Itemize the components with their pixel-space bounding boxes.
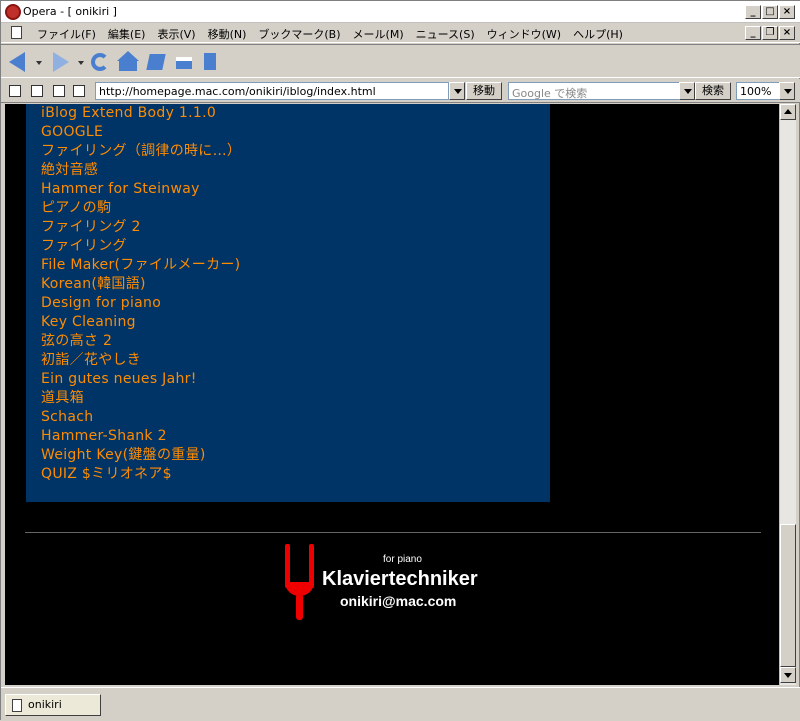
mdi-close-button[interactable]: × <box>779 26 795 40</box>
list-item[interactable]: 初詣／花やしき <box>41 351 550 370</box>
menu-item[interactable]: ニュース(S) <box>410 26 481 42</box>
list-item[interactable]: 弦の高さ 2 <box>41 332 550 351</box>
list-item[interactable]: Korean(韓国語) <box>41 275 550 294</box>
close-button[interactable]: × <box>779 5 795 19</box>
page-content: iBlog Extend Body 1.1.0 GOOGLE ファイリング（調律の時… <box>5 104 779 685</box>
list-item[interactable]: 絶対音感 <box>41 161 550 180</box>
mdi-restore-button[interactable]: ❐ <box>762 26 778 40</box>
list-item[interactable]: Ein gutes neues Jahr! <box>41 370 550 389</box>
browser-window: Opera - [ onikiri ] _ □ × ファイル(F) 編集(E) 表示… <box>0 0 800 721</box>
email-link[interactable]: onikiri@mac.com <box>340 593 456 609</box>
bookmarks-icon <box>146 54 166 70</box>
print-small-icon[interactable] <box>73 85 85 97</box>
document-icon <box>11 26 22 39</box>
list-item[interactable]: ファイリング <box>41 237 550 256</box>
menu-list: ファイル(F) 編集(E) 表示(V) 移動(N) ブックマーク(B) メール(M) ニュー… <box>31 26 629 42</box>
opera-logo-icon <box>5 4 21 20</box>
camera-icon[interactable] <box>31 85 43 97</box>
search-button[interactable]: 検索 <box>695 82 731 100</box>
back-history-icon[interactable] <box>36 61 42 65</box>
brand-name: Klaviertechniker <box>322 568 478 590</box>
menu-item[interactable]: ファイル(F) <box>31 26 102 42</box>
list-item[interactable]: ファイリング（調律の時に…） <box>41 142 550 161</box>
home-button[interactable] <box>117 51 139 73</box>
list-item[interactable]: Hammer-Shank 2 <box>41 427 550 446</box>
page-tab[interactable]: onikiri <box>5 694 101 716</box>
address-toolbar: http://homepage.mac.com/onikiri/iblog/in… <box>1 79 800 103</box>
scroll-up-icon[interactable] <box>780 104 796 120</box>
home-icon-body <box>119 60 137 71</box>
vertical-scrollbar[interactable] <box>779 104 796 685</box>
list-item[interactable]: ファイリング 2 <box>41 218 550 237</box>
page-icon <box>204 53 216 70</box>
list-item[interactable]: Key Cleaning <box>41 313 550 332</box>
list-item[interactable]: Hammer for Steinway <box>41 180 550 199</box>
window-title: Opera - [ onikiri ] <box>23 5 117 18</box>
link-panel: iBlog Extend Body 1.1.0 GOOGLE ファイリング（調律の時… <box>26 104 550 502</box>
status-bar: onikiri <box>1 687 800 721</box>
go-button[interactable]: 移動 <box>466 82 502 100</box>
list-item[interactable]: Schach <box>41 408 550 427</box>
menu-item[interactable]: 編集(E) <box>102 26 152 42</box>
list-item[interactable]: QUIZ $ミリオネア$ <box>41 465 550 484</box>
list-item[interactable]: iBlog Extend Body 1.1.0 <box>41 104 550 123</box>
tuning-fork-stem <box>296 594 303 620</box>
menu-item[interactable]: 表示(V) <box>151 26 201 42</box>
maximize-button[interactable]: □ <box>762 5 778 19</box>
scroll-down-icon[interactable] <box>780 667 796 683</box>
menu-item[interactable]: メール(M) <box>347 26 410 42</box>
forward-icon <box>53 52 69 72</box>
menu-bar: ファイル(F) 編集(E) 表示(V) 移動(N) ブックマーク(B) メール(M) ニュー… <box>1 23 800 43</box>
menu-item[interactable]: ブックマーク(B) <box>252 26 346 42</box>
link-list: iBlog Extend Body 1.1.0 GOOGLE ファイリング（調律の時… <box>26 104 550 484</box>
reload-icon <box>91 53 109 71</box>
list-item[interactable]: GOOGLE <box>41 123 550 142</box>
list-item[interactable]: 道具箱 <box>41 389 550 408</box>
minimize-button[interactable]: _ <box>745 5 761 19</box>
new-page-icon[interactable] <box>53 85 65 97</box>
address-dropdown-icon[interactable] <box>449 82 465 100</box>
page-icon <box>12 699 22 712</box>
address-input[interactable]: http://homepage.mac.com/onikiri/iblog/in… <box>95 82 449 100</box>
back-button[interactable] <box>7 51 29 73</box>
list-item[interactable]: ピアノの駒 <box>41 199 550 218</box>
reload-button[interactable] <box>89 51 111 73</box>
print-icon <box>176 57 192 69</box>
title-bar: Opera - [ onikiri ] _ □ × <box>1 1 800 23</box>
list-item[interactable]: Weight Key(鍵盤の重量) <box>41 446 550 465</box>
page-button[interactable] <box>199 51 221 73</box>
menu-item[interactable]: 移動(N) <box>202 26 253 42</box>
mdi-minimize-button[interactable]: _ <box>745 26 761 40</box>
list-item[interactable]: Design for piano <box>41 294 550 313</box>
tagline: for piano <box>383 554 422 565</box>
zoom-field[interactable]: 100% <box>736 82 780 100</box>
search-dropdown-icon[interactable] <box>679 82 695 100</box>
search-input[interactable]: Google で検索 <box>508 82 680 100</box>
navigation-toolbar <box>1 44 800 78</box>
back-icon <box>9 52 25 72</box>
bookmarks-button[interactable] <box>145 51 167 73</box>
footer-logo: for piano Klaviertechniker onikiri@mac.c… <box>285 544 525 634</box>
menu-item[interactable]: ウィンドウ(W) <box>481 26 567 42</box>
list-item[interactable]: File Maker(ファイルメーカー) <box>41 256 550 275</box>
print-button[interactable] <box>173 51 195 73</box>
tab-label: onikiri <box>28 698 62 711</box>
security-icon[interactable] <box>9 85 21 97</box>
divider <box>25 532 761 533</box>
scroll-thumb[interactable] <box>780 524 796 667</box>
forward-history-icon[interactable] <box>78 61 84 65</box>
menu-item[interactable]: ヘルプ(H) <box>567 26 629 42</box>
forward-button[interactable] <box>49 51 71 73</box>
zoom-dropdown-icon[interactable] <box>779 82 795 100</box>
